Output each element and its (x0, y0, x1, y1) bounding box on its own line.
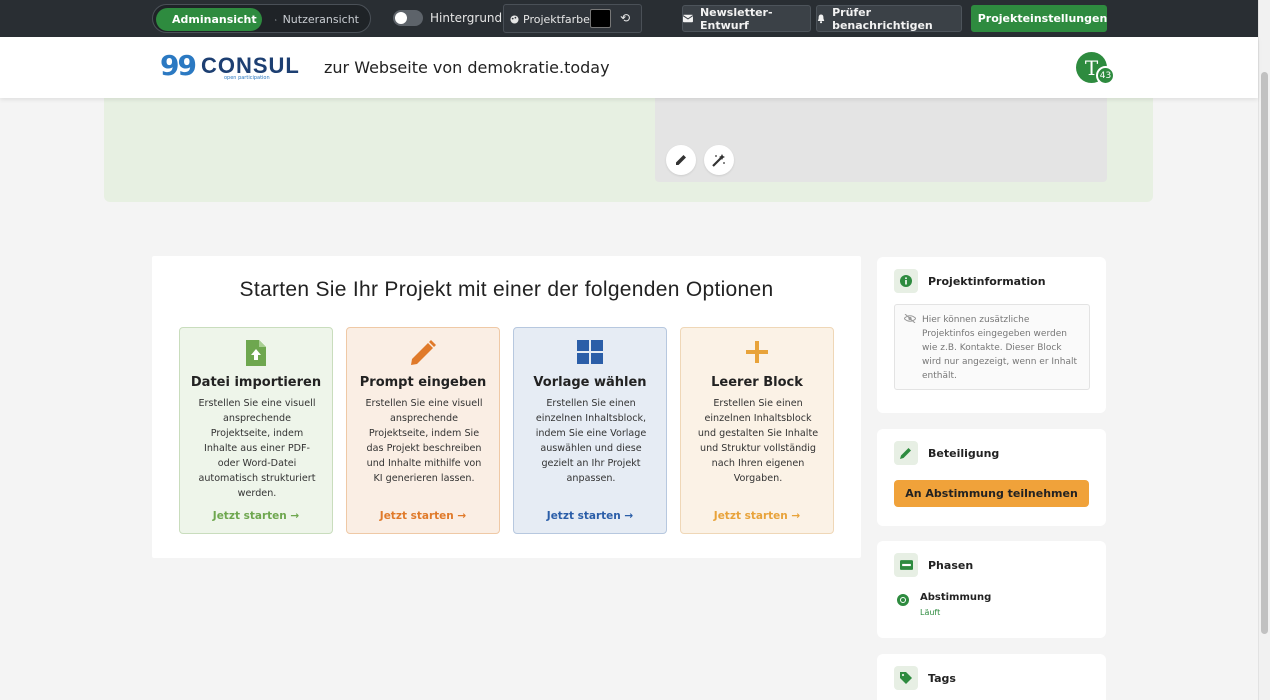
logo-wordmark: CONSUL (200, 53, 300, 78)
start-options-panel: Starten Sie Ihr Projekt mit einer der fo… (152, 256, 861, 558)
option-icon-wrap (180, 340, 332, 366)
option-empty-block[interactable]: Leerer Block Erstellen Sie einen einzeln… (680, 327, 834, 534)
tag-icon (900, 672, 912, 684)
option-import-file[interactable]: Datei importieren Erstellen Sie eine vis… (179, 327, 333, 534)
project-color-label-group: Projektfarbe (510, 13, 590, 26)
edit-button[interactable] (666, 145, 696, 175)
user-icon (275, 18, 277, 21)
page-scrollbar[interactable] (1258, 0, 1270, 700)
project-color-control: Projektfarbe ⟲ (503, 4, 642, 33)
option-icon-wrap (347, 340, 499, 366)
phases-icon-wrap (894, 553, 918, 577)
bell-icon (817, 14, 825, 23)
eye-slash-icon (904, 314, 916, 323)
background-toggle-label: Hintergrund (430, 11, 503, 25)
view-mode-toggle: Adminansicht Nutzeransicht (152, 4, 371, 33)
participation-card: Beteiligung An Abstimmung teilnehmen (877, 429, 1106, 526)
logo-mark: 99 (160, 49, 197, 82)
card-title: Phasen (928, 558, 974, 572)
consul-logo[interactable]: 99 CONSUL open participation (160, 49, 300, 82)
option-start-link[interactable]: Jetzt starten → (681, 510, 833, 522)
grid-icon (577, 340, 603, 364)
background-toggle[interactable] (393, 10, 423, 26)
phases-card: Phasen Abstimmung Läuft (877, 541, 1106, 638)
hint-text: Hier können zusätzliche Projektinfos ein… (922, 315, 1078, 381)
project-color-swatch[interactable] (590, 9, 611, 28)
project-settings-button[interactable]: Projekteinstellungen (971, 5, 1107, 32)
newsletter-draft-button[interactable]: Newsletter-Entwurf (682, 5, 811, 32)
logo-tagline: open participation (224, 75, 270, 81)
scrollbar-thumb[interactable] (1261, 72, 1268, 634)
card-title: Beteiligung (928, 446, 1000, 460)
project-info-hint[interactable]: Hier können zusätzliche Projektinfos ein… (894, 304, 1090, 390)
option-prompt[interactable]: Prompt eingeben Erstellen Sie eine visue… (346, 327, 500, 534)
option-description: Erstellen Sie einen einzelnen Inhaltsblo… (697, 398, 819, 484)
envelope-icon (683, 14, 693, 23)
vote-button[interactable]: An Abstimmung teilnehmen (894, 480, 1089, 507)
notify-reviewer-button[interactable]: Prüfer benachrichtigen (816, 5, 962, 32)
admin-view-label: Adminansicht (172, 13, 257, 26)
admin-toolbar: Adminansicht Nutzeransicht Hintergrund P… (0, 0, 1258, 37)
option-title: Leerer Block (711, 375, 803, 390)
file-upload-icon (246, 340, 266, 366)
phase-name[interactable]: Abstimmung (920, 592, 991, 603)
notify-reviewer-label: Prüfer benachrichtigen (832, 5, 933, 32)
option-description: Erstellen Sie einen einzelnen Inhaltsblo… (535, 398, 647, 484)
edit-pen-icon (900, 448, 911, 459)
user-view-label: Nutzeransicht (282, 13, 359, 26)
website-link[interactable]: zur Webseite von demokratie.today (324, 58, 610, 77)
option-start-link[interactable]: Jetzt starten → (347, 510, 499, 522)
option-description: Erstellen Sie eine visuell ansprechende … (365, 398, 483, 484)
phase-status: Läuft (920, 608, 941, 617)
pencil-icon (411, 340, 436, 365)
ai-magic-button[interactable] (704, 145, 734, 175)
option-description: Erstellen Sie eine visuell ansprechende … (198, 398, 316, 499)
card-header: Projektinformation (894, 269, 1046, 293)
timeline-icon (899, 560, 913, 570)
card-title: Tags (928, 671, 956, 685)
project-info-card: Projektinformation Hier können zusätzlic… (877, 257, 1106, 413)
option-start-link[interactable]: Jetzt starten → (514, 510, 666, 522)
site-header: 99 CONSUL open participation zur Webseit… (0, 37, 1258, 98)
page-title: Starten Sie Ihr Projekt mit einer der fo… (239, 278, 774, 301)
info-icon (900, 275, 912, 287)
project-settings-label: Projekteinstellungen (977, 12, 1108, 25)
user-view-button[interactable]: Nutzeransicht (265, 8, 369, 31)
project-color-label: Projektfarbe (523, 13, 590, 26)
option-title: Vorlage wählen (533, 375, 647, 390)
pencil-icon (676, 155, 686, 165)
newsletter-draft-label: Newsletter-Entwurf (699, 5, 773, 32)
tags-card: Tags (877, 654, 1106, 700)
option-icon-wrap (514, 340, 666, 366)
option-icon-wrap (681, 340, 833, 366)
tags-icon-wrap (894, 666, 918, 690)
info-icon-wrap (894, 269, 918, 293)
notification-badge: 43 (1096, 66, 1115, 85)
palette-icon (510, 15, 519, 24)
phase-active-indicator (897, 594, 909, 606)
card-header: Beteiligung (894, 441, 999, 465)
card-header: Tags (894, 666, 956, 690)
option-title: Prompt eingeben (359, 375, 487, 390)
option-start-link[interactable]: Jetzt starten → (180, 510, 332, 522)
participation-icon-wrap (894, 441, 918, 465)
reset-color-icon[interactable]: ⟲ (620, 11, 630, 25)
admin-view-button[interactable]: Adminansicht (156, 8, 262, 31)
card-header: Phasen (894, 553, 973, 577)
plus-icon (746, 341, 768, 363)
toggle-knob (395, 12, 407, 24)
option-title: Datei importieren (190, 375, 322, 390)
magic-wand-icon (712, 154, 725, 167)
option-template[interactable]: Vorlage wählen Erstellen Sie einen einze… (513, 327, 667, 534)
card-title: Projektinformation (928, 274, 1046, 288)
